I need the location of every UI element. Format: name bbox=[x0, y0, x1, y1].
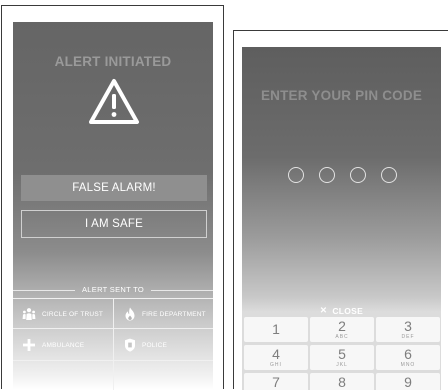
recipient-label: FIRE DEPARTMENT bbox=[142, 310, 206, 318]
phone-frame-alert: ALERT INITIATED FALSE ALARM! I AM SAFE A… bbox=[1, 5, 224, 390]
close-button[interactable]: ✕ CLOSE bbox=[242, 302, 441, 316]
key-digit: 6 bbox=[404, 346, 412, 362]
alert-title: ALERT INITIATED bbox=[54, 54, 172, 69]
pin-dot bbox=[381, 167, 397, 183]
keypad-key-1[interactable]: 1 bbox=[244, 317, 308, 342]
key-digit: 3 bbox=[404, 318, 412, 334]
pin-dot bbox=[319, 167, 335, 183]
pin-title: ENTER YOUR PIN CODE bbox=[260, 88, 423, 103]
pin-dot bbox=[350, 167, 366, 183]
recipient-label: CIRCLE OF TRUST bbox=[42, 310, 104, 318]
key-digit: 9 bbox=[404, 374, 412, 390]
recipient-ambulance: AMBULANCE bbox=[22, 337, 84, 353]
key-digit: 1 bbox=[272, 321, 280, 337]
key-digit: 2 bbox=[338, 318, 346, 334]
keypad-key-2[interactable]: 2 ABC bbox=[310, 317, 374, 342]
key-digit: 8 bbox=[338, 374, 346, 390]
keypad-key-6[interactable]: 6 MNO bbox=[376, 345, 440, 370]
keypad-key-4[interactable]: 4 GHI bbox=[244, 345, 308, 370]
people-icon bbox=[22, 308, 36, 320]
recipient-fire-department: FIRE DEPARTMENT bbox=[124, 306, 206, 322]
i-am-safe-button[interactable]: I AM SAFE bbox=[21, 210, 207, 238]
alert-sent-header: ALERT SENT TO bbox=[13, 284, 213, 296]
key-letters: GHI bbox=[270, 362, 282, 368]
keypad-key-3[interactable]: 3 DEF bbox=[376, 317, 440, 342]
key-digit: 7 bbox=[272, 374, 280, 390]
key-digit: 4 bbox=[272, 346, 280, 362]
keypad-key-9[interactable]: 9 bbox=[376, 373, 440, 390]
false-alarm-button[interactable]: FALSE ALARM! bbox=[21, 175, 207, 201]
flame-icon bbox=[125, 307, 135, 321]
keypad-key-5[interactable]: 5 JKL bbox=[310, 345, 374, 370]
divider bbox=[151, 290, 213, 291]
key-letters: ABC bbox=[335, 334, 349, 340]
key-letters: MNO bbox=[400, 362, 416, 368]
pin-dot bbox=[288, 167, 304, 183]
close-icon: ✕ bbox=[319, 305, 328, 316]
keypad-key-7[interactable]: 7 bbox=[244, 373, 308, 390]
key-digit: 5 bbox=[338, 346, 346, 362]
pin-screen: ENTER YOUR PIN CODE ✕ CLOSE 1 2 ABC 3 DEF… bbox=[242, 47, 441, 390]
close-label: CLOSE bbox=[332, 305, 364, 316]
phone-frame-pin: ENTER YOUR PIN CODE ✕ CLOSE 1 2 ABC 3 DEF… bbox=[233, 30, 448, 390]
pin-indicator bbox=[288, 167, 398, 185]
recipient-label: POLICE bbox=[142, 341, 168, 349]
badge-icon bbox=[125, 338, 135, 352]
recipient-label: AMBULANCE bbox=[42, 341, 85, 349]
keypad-key-8[interactable]: 8 bbox=[310, 373, 374, 390]
alert-screen: ALERT INITIATED FALSE ALARM! I AM SAFE A… bbox=[13, 22, 213, 390]
grid-divider bbox=[113, 298, 114, 390]
recipient-police: POLICE bbox=[124, 337, 167, 353]
key-letters: DEF bbox=[401, 334, 415, 340]
recipient-circle-of-trust: CIRCLE OF TRUST bbox=[22, 306, 103, 322]
warning-icon bbox=[89, 79, 139, 124]
plus-icon bbox=[23, 339, 35, 351]
key-letters: JKL bbox=[336, 362, 348, 368]
